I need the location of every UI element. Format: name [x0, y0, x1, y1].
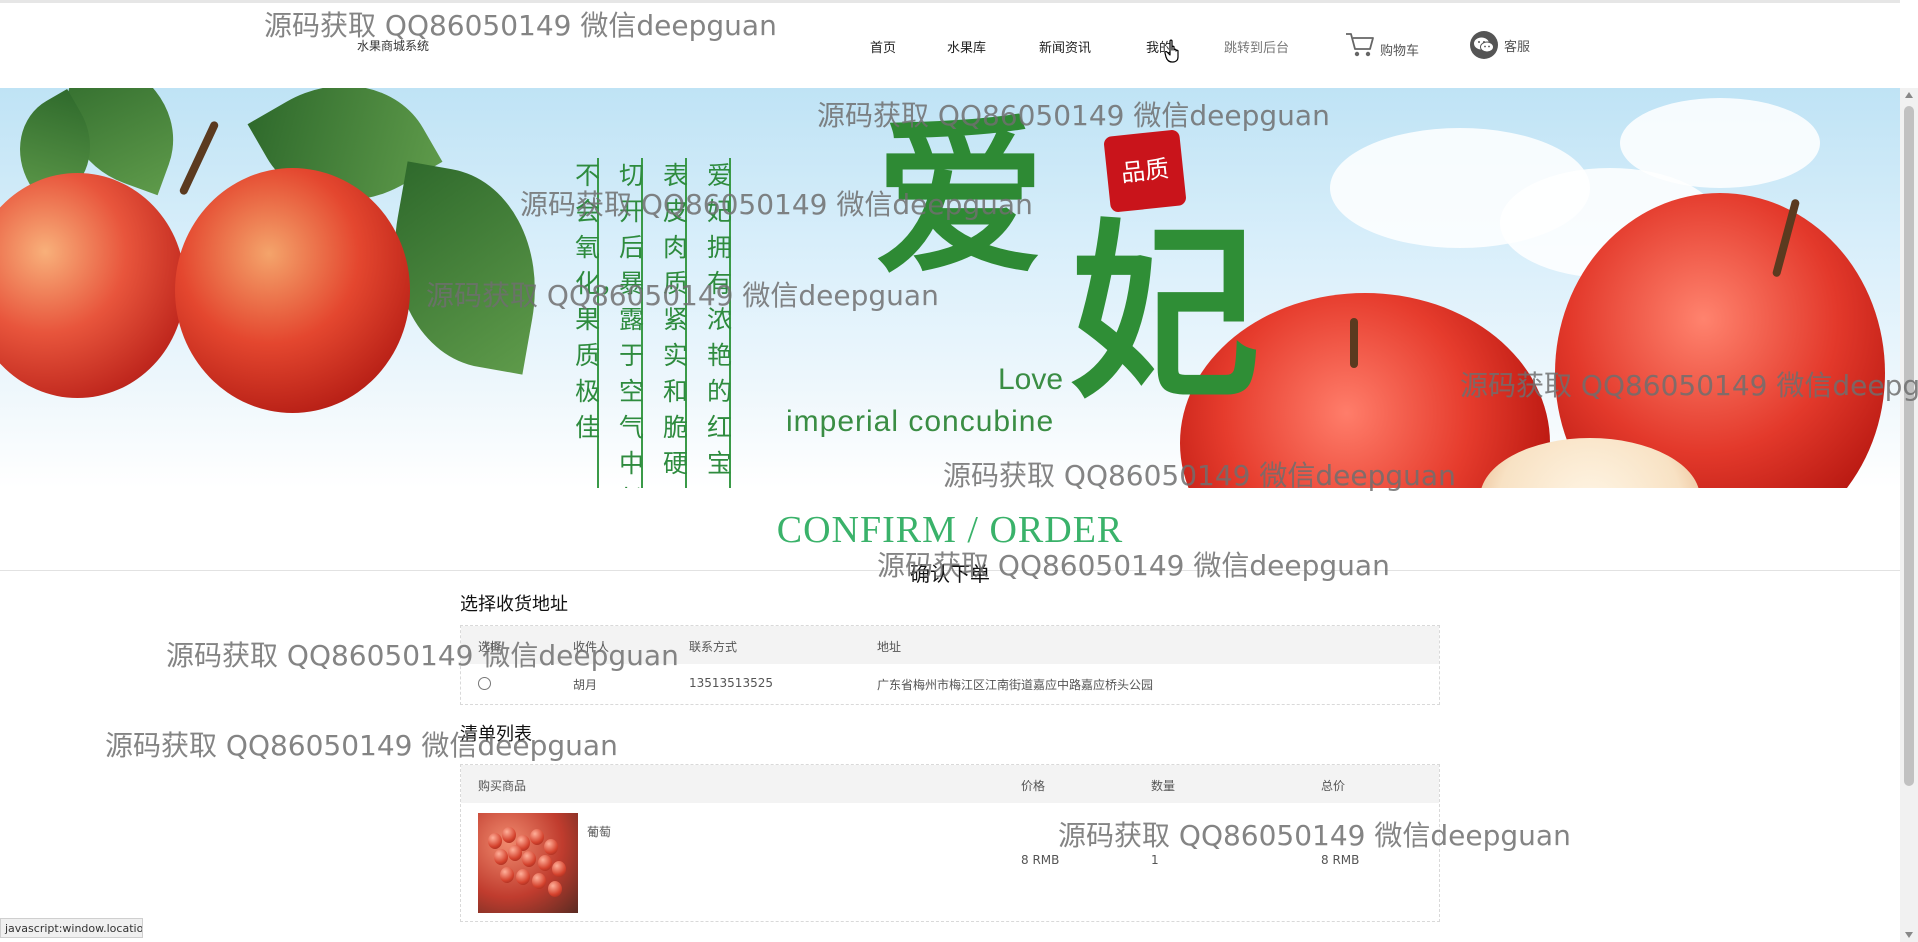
table-row[interactable]: 胡月 13513513525 广东省梅州市梅江区江南街道嘉应中路嘉应桥头公园 [461, 664, 1439, 704]
service-label: 客服 [1504, 39, 1531, 55]
column-header: 数量 [1151, 779, 1176, 793]
banner-title-char-1: 爱 [875, 98, 1046, 298]
poem-column: 切开后暴露于空气中长 [619, 158, 644, 488]
column-header: 价格 [1021, 779, 1046, 793]
wechat-icon [1470, 31, 1498, 59]
scrollbar-thumb[interactable] [1904, 106, 1914, 786]
banner-imperial-text: imperial concubine [786, 405, 1055, 438]
confirm-order-subtitle: 确认下单 [910, 562, 990, 586]
hero-banner: 不会氧化，果质极佳 切开后暴露于空气中长 表皮肉质紧实和脆硬 爱妃拥有浓艳的红宝… [0, 88, 1900, 488]
site-header: 水果商城系统 首页 水果库 新闻资讯 我的 跳转到后台 购物车 客服 [0, 0, 1900, 88]
page-scrollbar[interactable] [1900, 88, 1918, 942]
cart-label: 购物车 [1380, 44, 1420, 59]
column-header: 总价 [1321, 779, 1346, 793]
stem-shape [1350, 318, 1358, 368]
column-header: 地址 [877, 640, 902, 654]
nav-fruit-library[interactable]: 水果库 [947, 37, 986, 56]
main-nav: 首页 水果库 新闻资讯 我的 跳转到后台 [0, 37, 1900, 61]
browser-status-bar: javascript:window.locatio [0, 918, 143, 938]
apple-image [0, 173, 185, 398]
column-header: 选择 [478, 640, 503, 654]
table-row: 葡萄 8 RMB 1 8 RMB [461, 803, 1439, 921]
phone-cell: 13513513525 [689, 676, 773, 690]
nav-news[interactable]: 新闻资讯 [1039, 37, 1091, 56]
total-cell: 8 RMB [1321, 853, 1360, 867]
cloud-shape [1620, 98, 1820, 188]
quality-seal: 品质 [1103, 129, 1187, 213]
table-header: 购买商品 价格 数量 总价 [461, 765, 1439, 803]
product-image[interactable] [478, 813, 578, 913]
column-header: 收件人 [573, 640, 610, 654]
cart-link[interactable]: 购物车 [1344, 31, 1419, 59]
price-cell: 8 RMB [1021, 853, 1060, 867]
quantity-cell: 1 [1151, 853, 1159, 867]
product-name[interactable]: 葡萄 [587, 823, 611, 840]
column-header: 购买商品 [478, 779, 527, 793]
address-select-radio[interactable] [478, 677, 491, 690]
banner-poem: 不会氧化，果质极佳 切开后暴露于空气中长 表皮肉质紧实和脆硬 爱妃拥有浓艳的红宝 [575, 158, 732, 488]
poem-column: 爱妃拥有浓艳的红宝 [707, 158, 732, 488]
banner-title-char-2: 妃 [1070, 201, 1261, 424]
stem-shape [178, 120, 220, 196]
watermark: 源码获取 QQ86050149 微信deepguan [105, 729, 618, 762]
recipient-cell: 胡月 [573, 678, 598, 692]
order-table: 购买商品 价格 数量 总价 葡萄 8 RMB 1 8 RMB [460, 764, 1440, 922]
shopping-cart-icon [1346, 33, 1374, 57]
address-section-title: 选择收货地址 [460, 594, 568, 615]
customer-service-link[interactable]: 客服 [1470, 31, 1530, 59]
confirm-order-title: CONFIRM / ORDER [776, 509, 1124, 551]
banner-love-text: Love [998, 363, 1064, 396]
nav-home[interactable]: 首页 [870, 37, 896, 56]
poem-column: 表皮肉质紧实和脆硬 [663, 158, 688, 488]
nav-admin-link[interactable]: 跳转到后台 [1224, 37, 1289, 56]
hand-cursor-icon [1164, 39, 1179, 63]
column-header: 联系方式 [689, 640, 738, 654]
address-table: 选择 收件人 联系方式 地址 胡月 13513513525 广东省梅州市梅江区江… [460, 625, 1440, 705]
scroll-down-icon[interactable] [1905, 932, 1913, 938]
scroll-up-icon[interactable] [1905, 92, 1913, 98]
order-list-title: 清单列表 [460, 724, 532, 745]
table-header: 选择 收件人 联系方式 地址 [461, 626, 1439, 664]
apple-image [175, 168, 410, 413]
address-cell: 广东省梅州市梅江区江南街道嘉应中路嘉应桥头公园 [877, 678, 1154, 692]
poem-column: 不会氧化，果质极佳 [575, 158, 625, 488]
